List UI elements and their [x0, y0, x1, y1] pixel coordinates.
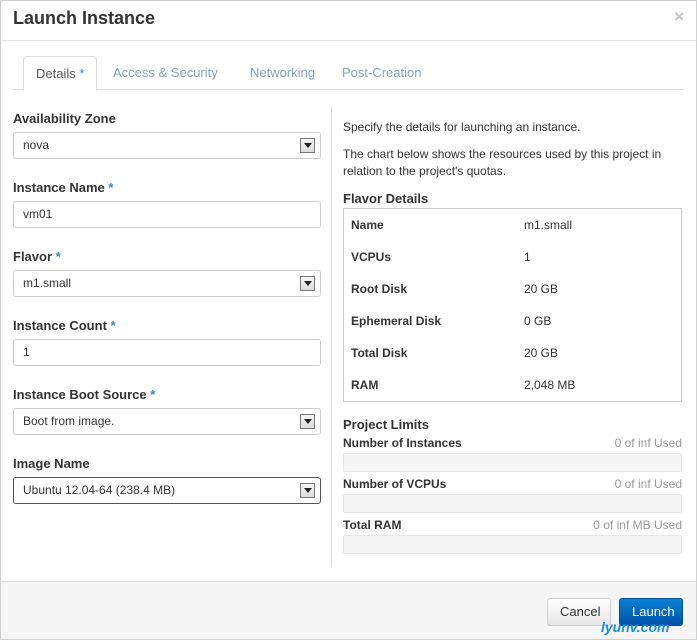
flavor-key: Ephemeral Disk — [351, 314, 442, 328]
watermark-logo: lyunv.com — [601, 619, 670, 635]
flavor-value: 20 GB — [524, 346, 559, 360]
flavor-value: 20 GB — [524, 282, 559, 296]
chevron-down-icon[interactable] — [300, 138, 315, 153]
limit-name: Number of Instances — [343, 436, 462, 450]
required-marker: * — [55, 249, 61, 264]
image-name-label: Image Name — [13, 456, 90, 471]
table-row: Ephemeral Disk 0 GB — [344, 305, 681, 337]
modal-header: Launch Instance × — [1, 1, 696, 41]
image-name-value: Ubuntu 12.04-64 (238.4 MB) — [23, 483, 176, 497]
availability-zone-value: nova — [23, 138, 50, 152]
instance-name-label: Instance Name * — [13, 180, 114, 195]
flavor-key: Root Disk — [351, 282, 408, 296]
tab-access-security[interactable]: Access & Security — [101, 56, 230, 90]
tab-networking[interactable]: Networking — [238, 56, 327, 90]
limit-row-ram: Total RAM 0 of inf MB Used — [343, 518, 682, 534]
boot-source-value: Boot from image. — [23, 414, 115, 428]
instance-count-input[interactable]: 1 — [13, 339, 321, 366]
required-marker: * — [79, 66, 85, 81]
vcpus-progress-bar — [343, 494, 682, 513]
table-row: Name m1.small — [344, 209, 681, 241]
flavor-details-table: Name m1.small VCPUs 1 Root Disk 20 GB Ep… — [343, 208, 682, 402]
limit-used: 0 of inf MB Used — [593, 518, 682, 532]
ram-progress-bar — [343, 535, 682, 554]
description-text: Specify the details for launching an ins… — [343, 120, 581, 134]
flavor-details-title: Flavor Details — [343, 191, 429, 206]
limit-row-vcpus: Number of VCPUs 0 of inf Used — [343, 477, 682, 493]
tab-bar: Details * Access & Security Networking P… — [13, 56, 684, 91]
flavor-label: Flavor * — [13, 249, 61, 264]
flavor-value: 2,048 MB — [524, 378, 576, 392]
flavor-value: m1.small — [23, 276, 72, 290]
launch-instance-modal: Launch Instance × Details * Access & Sec… — [0, 0, 697, 640]
limit-name: Number of VCPUs — [343, 477, 447, 491]
modal-title: Launch Instance — [13, 8, 156, 28]
close-icon[interactable]: × — [674, 7, 684, 27]
chevron-down-icon[interactable] — [300, 414, 315, 429]
flavor-key: RAM — [351, 378, 379, 392]
image-name-select[interactable]: Ubuntu 12.04-64 (238.4 MB) — [13, 477, 321, 504]
tab-details-label: Details — [36, 66, 76, 81]
required-marker: * — [108, 180, 114, 195]
availability-zone-select[interactable]: nova — [13, 132, 321, 159]
instances-progress-bar — [343, 453, 682, 472]
limit-used: 0 of inf Used — [614, 477, 682, 491]
limit-name: Total RAM — [343, 518, 402, 532]
limit-used: 0 of inf Used — [614, 436, 682, 450]
table-row: Root Disk 20 GB — [344, 273, 681, 305]
table-row: Total Disk 20 GB — [344, 337, 681, 369]
modal-footer: Cancel Launch — [1, 581, 696, 639]
flavor-select[interactable]: m1.small — [13, 270, 321, 297]
flavor-value: m1.small — [524, 218, 573, 232]
required-marker: * — [110, 318, 116, 333]
table-row: VCPUs 1 — [344, 241, 681, 273]
instance-name-input[interactable]: vm01 — [13, 201, 321, 228]
column-divider — [331, 107, 332, 567]
table-row: RAM 2,048 MB — [344, 369, 681, 401]
flavor-value: 1 — [524, 250, 531, 264]
chevron-down-icon[interactable] — [300, 276, 315, 291]
tab-details[interactable]: Details * — [23, 56, 98, 91]
boot-source-label: Instance Boot Source * — [13, 387, 156, 402]
project-limits-title: Project Limits — [343, 417, 429, 432]
limit-row-instances: Number of Instances 0 of inf Used — [343, 436, 682, 452]
availability-zone-label: Availability Zone — [13, 111, 116, 126]
flavor-key: VCPUs — [351, 250, 392, 264]
chevron-down-icon[interactable] — [300, 483, 315, 498]
quota-description-text: The chart below shows the resources used… — [343, 147, 662, 178]
flavor-key: Name — [351, 218, 384, 232]
boot-source-select[interactable]: Boot from image. — [13, 408, 321, 435]
instance-count-label: Instance Count * — [13, 318, 116, 333]
required-marker: * — [150, 387, 156, 402]
tab-post-creation[interactable]: Post-Creation — [330, 56, 433, 90]
flavor-key: Total Disk — [351, 346, 408, 360]
flavor-value: 0 GB — [524, 314, 552, 328]
